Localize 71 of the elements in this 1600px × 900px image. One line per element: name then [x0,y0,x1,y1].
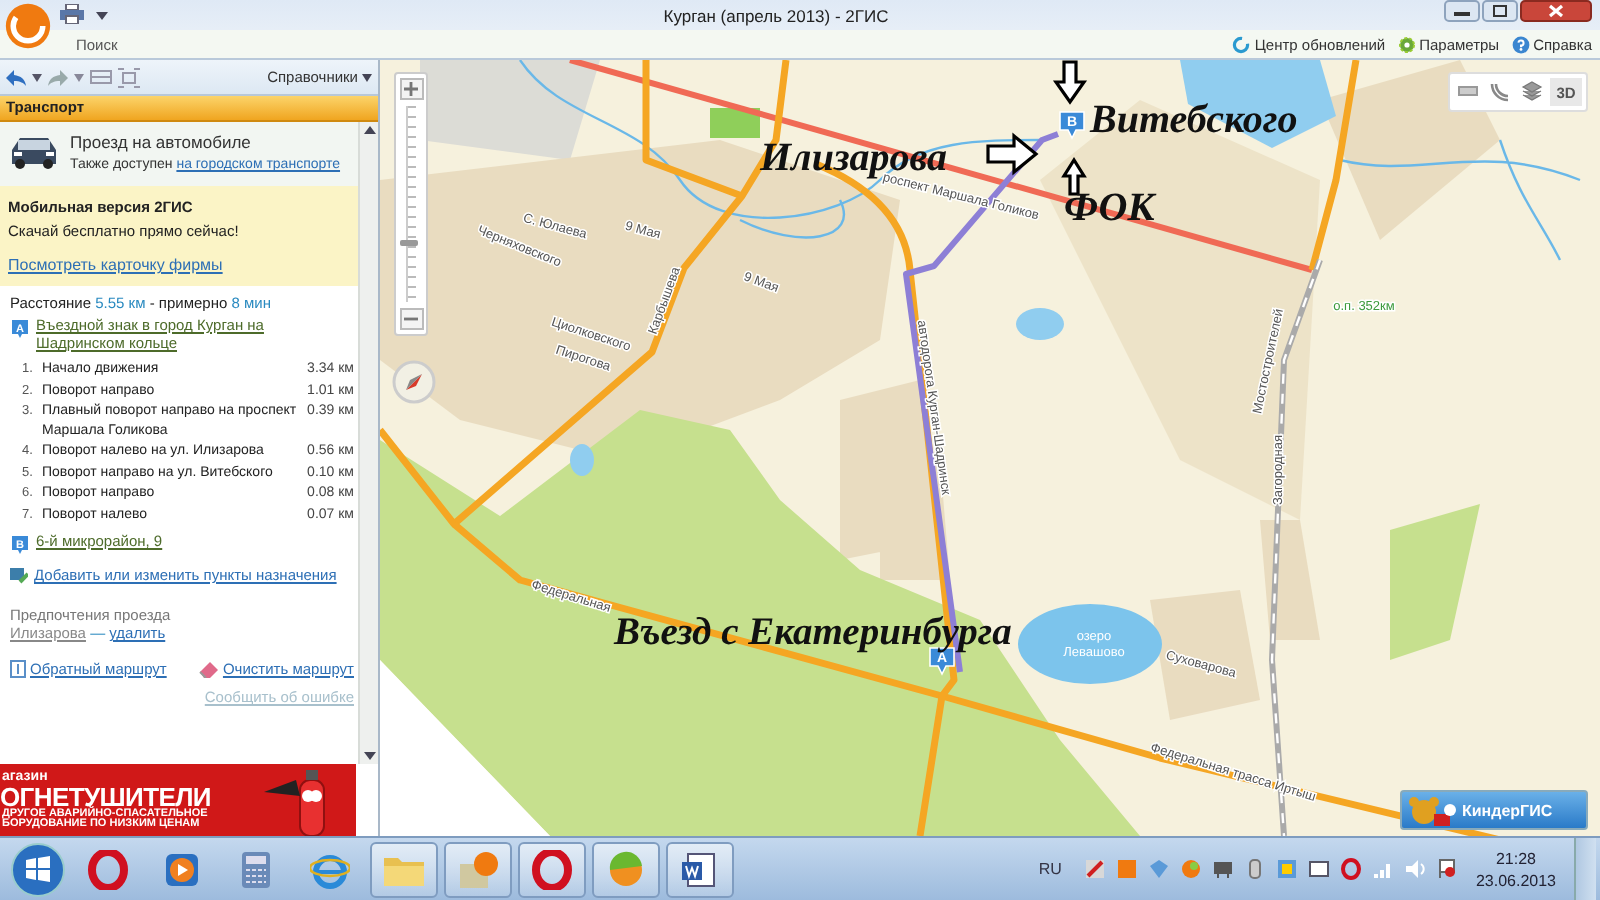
fit-page-icon[interactable] [118,67,140,87]
sphere-icon [606,849,646,889]
gear-icon [1397,35,1416,53]
cartoon-bear-icon [1406,794,1458,826]
radius-button[interactable] [1486,78,1514,106]
eraser-icon [198,660,219,678]
arrow-icon [1052,60,1088,105]
lake-area [1018,604,1162,684]
kindergis-button[interactable]: КиндерГИС [1400,790,1588,830]
print-icon[interactable] [60,4,84,24]
language-indicator[interactable]: RU [1038,860,1062,878]
arrow-icon [986,132,1039,176]
network-icon[interactable] [1147,858,1170,880]
opera-icon[interactable] [1339,858,1362,880]
taskbar-app-button[interactable] [518,841,586,897]
caret-icon[interactable] [32,73,42,81]
scroll-down-arrow-icon[interactable] [363,752,375,760]
app-icon[interactable] [1211,858,1234,880]
minimize-button[interactable] [1444,0,1480,22]
zoom-in-button[interactable] [399,78,423,100]
signal-icon[interactable] [1371,858,1394,880]
map-annotation: ФОК [1064,186,1155,230]
caret-icon [362,73,372,81]
map-annotation: Витебского [1090,98,1298,142]
back-arrow-icon[interactable] [6,69,26,85]
clock-time: 21:28 [1495,847,1536,869]
car-icon [8,132,60,170]
speaker-icon[interactable] [1403,858,1426,880]
caret-icon[interactable] [96,9,108,19]
window-title: Курган (апрель 2013) - 2ГИС [663,5,889,25]
zoom-slider[interactable] [406,106,416,302]
map-app-icon [456,847,500,891]
opera-icon [88,849,128,889]
layers-button[interactable] [1518,78,1546,106]
opera-icon [532,849,572,889]
reverse-route-icon [10,660,26,678]
clock-date: 23.06.2013 [1475,869,1556,891]
park-area [710,108,760,138]
maximize-button[interactable] [1482,0,1518,22]
zoom-out-button[interactable] [399,308,423,330]
scroll-up-arrow-icon[interactable] [363,126,375,134]
arrow-icon [1061,157,1087,196]
zoom-slider-thumb[interactable] [400,239,418,246]
minus-icon [404,312,418,326]
kindergis-label: КиндерГИС [1462,801,1553,819]
compass-icon[interactable] [392,360,436,404]
edit-points-icon [10,566,28,584]
browser-icon [310,849,350,889]
close-button[interactable] [1520,0,1592,22]
app-icon[interactable] [1307,858,1330,880]
start-button[interactable] [8,839,68,899]
map-app-icon[interactable] [1179,858,1202,880]
flag-icon[interactable] [1435,858,1458,880]
route-mode-title: Проезд на автомобиле [70,132,253,152]
company-card-link[interactable]: Посмотреть карточку фирмы [8,256,223,274]
calculator-icon [236,849,276,889]
document-icon [680,849,720,889]
ad-text: ОГНЕТУШИТЕЛИ [0,783,213,809]
help-icon [1511,35,1530,53]
plus-icon [404,82,418,96]
fit-width-icon[interactable] [90,68,112,86]
refresh-icon [1232,35,1251,53]
scrollbar[interactable] [358,122,378,764]
media-player-icon [162,849,202,889]
clock[interactable]: 21:28 23.06.2013 [1475,847,1556,891]
lake-area [1016,308,1064,340]
app-icon[interactable] [1083,858,1106,880]
taskbar-app-button[interactable] [666,841,734,897]
show-desktop-button[interactable] [1574,837,1596,900]
usb-icon[interactable] [1243,858,1266,880]
lake-area [570,444,594,476]
